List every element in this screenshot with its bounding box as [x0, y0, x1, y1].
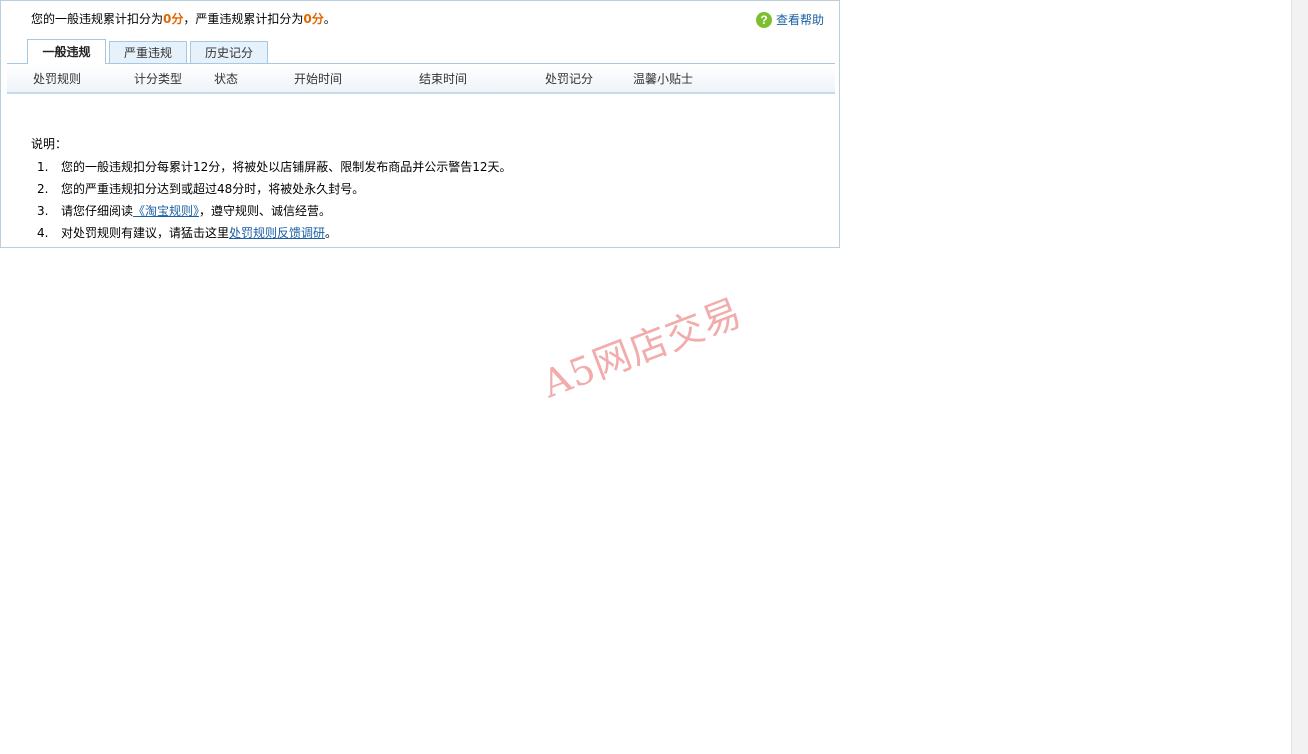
note-text-before: 请您仔细阅读 — [61, 204, 134, 218]
note-text: 您的严重违规扣分达到或超过48分时，将被处永久封号。 — [61, 182, 365, 196]
note-number: 1. — [37, 160, 49, 174]
tab-general-violation[interactable]: 一般违规 — [27, 39, 106, 64]
column-penalty-score: 处罚记分 — [545, 72, 594, 86]
watermark: A5网店交易 — [536, 290, 748, 407]
note-item: 3. 请您仔细阅读《淘宝规则》，遵守规则、诚信经营。 — [37, 203, 331, 219]
help-label: 查看帮助 — [776, 13, 825, 27]
note-number: 4. — [37, 226, 49, 240]
tab-history-score[interactable]: 历史记分 — [190, 41, 268, 63]
score-summary: 您的一般违规累计扣分为0分，严重违规累计扣分为0分。 — [31, 11, 336, 27]
note-text-before: 对处罚规则有建议，请猛击这里 — [61, 226, 230, 240]
column-score-type: 计分类型 — [134, 72, 183, 86]
taobao-rules-link[interactable]: 《淘宝规则》 — [133, 204, 199, 218]
vertical-scrollbar[interactable] — [1291, 0, 1308, 754]
summary-prefix: 您的一般违规累计扣分为 — [31, 12, 164, 26]
column-end-time: 结束时间 — [419, 72, 468, 86]
column-penalty-rule: 处罚规则 — [33, 72, 82, 86]
note-number: 2. — [37, 182, 49, 196]
note-item: 1. 您的一般违规扣分每累计12分，将被处以店铺屏蔽、限制发布商品并公示警告12天… — [37, 159, 512, 175]
tab-serious-violation[interactable]: 严重违规 — [109, 41, 187, 63]
general-score: 0分 — [163, 12, 184, 26]
note-text-after: ，遵守规则、诚信经营。 — [199, 204, 332, 218]
summary-middle: ，严重违规累计扣分为 — [183, 12, 304, 26]
summary-suffix: 。 — [323, 12, 336, 26]
note-number: 3. — [37, 204, 49, 218]
note-text-after: 。 — [325, 226, 338, 240]
feedback-survey-link[interactable]: 处罚规则反馈调研 — [229, 226, 325, 240]
column-start-time: 开始时间 — [294, 72, 343, 86]
table-header: 处罚规则 计分类型 状态 开始时间 结束时间 处罚记分 温馨小贴士 — [7, 64, 835, 94]
help-link[interactable]: ? 查看帮助 — [756, 12, 824, 28]
note-item: 2. 您的严重违规扣分达到或超过48分时，将被处永久封号。 — [37, 181, 364, 197]
note-item: 4. 对处罚规则有建议，请猛击这里处罚规则反馈调研。 — [37, 225, 337, 241]
serious-score: 0分 — [303, 12, 324, 26]
violation-panel: 您的一般违规累计扣分为0分，严重违规累计扣分为0分。 ? 查看帮助 一般违规 严… — [0, 0, 840, 248]
question-circle-icon: ? — [756, 12, 772, 28]
column-tips: 温馨小贴士 — [633, 72, 694, 86]
notes-title: 说明： — [31, 137, 68, 151]
column-status: 状态 — [214, 72, 239, 86]
note-text: 您的一般违规扣分每累计12分，将被处以店铺屏蔽、限制发布商品并公示警告12天。 — [61, 160, 512, 174]
